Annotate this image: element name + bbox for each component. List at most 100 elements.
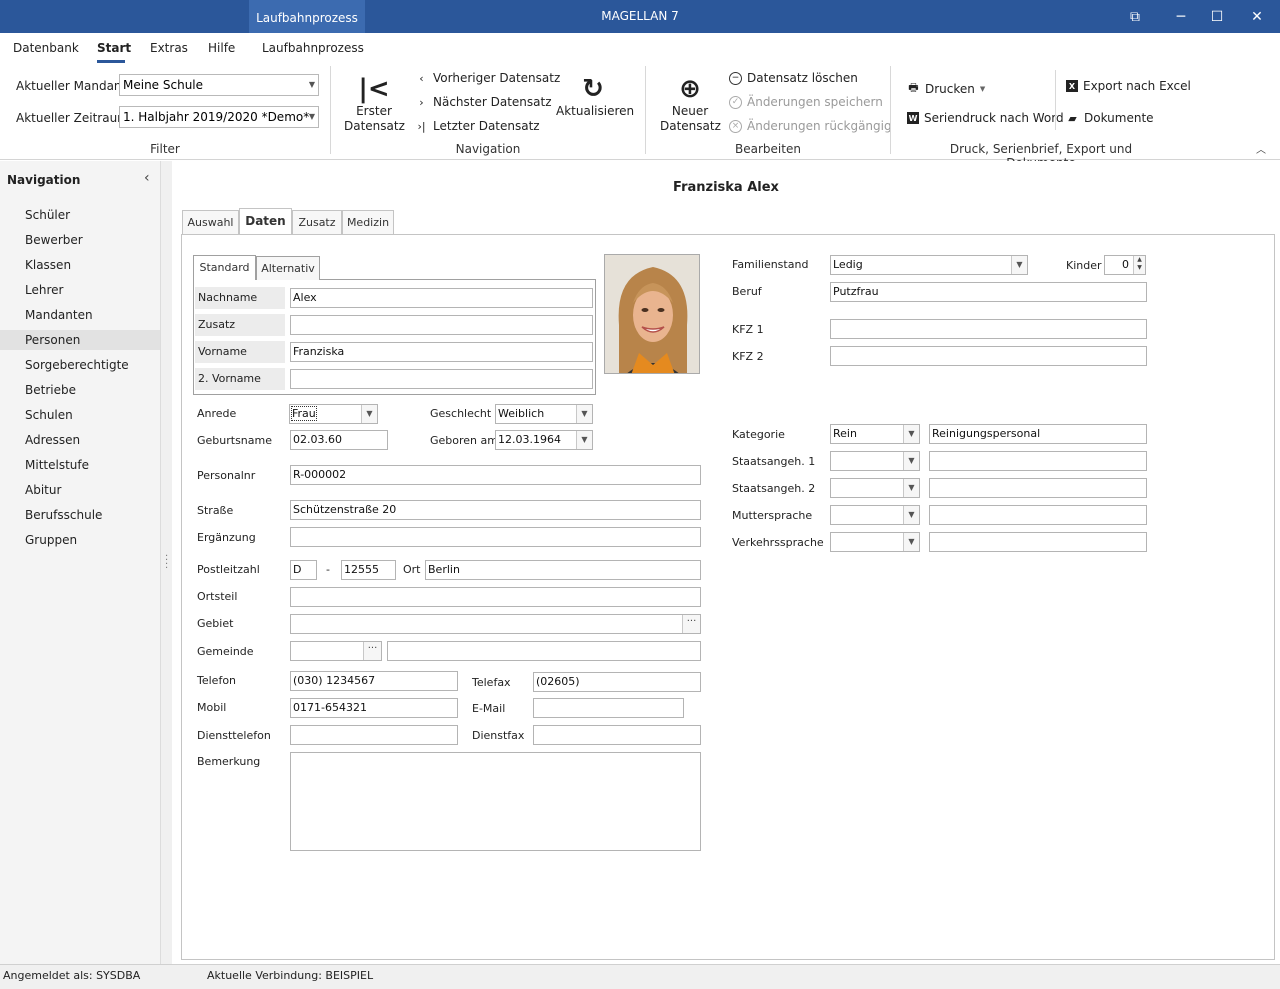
- ellipsis-icon[interactable]: ···: [682, 615, 700, 633]
- vorname-field[interactable]: Franziska: [290, 342, 593, 362]
- sidebar-item-klassen[interactable]: Klassen: [0, 255, 160, 275]
- verkehrssprache-text-field[interactable]: [929, 532, 1147, 552]
- staat2-combo[interactable]: ▼: [830, 478, 920, 498]
- geburtsname-label: Geburtsname: [197, 434, 273, 447]
- window-restore-icon[interactable]: ⧉: [1112, 0, 1158, 33]
- email-field[interactable]: [533, 698, 684, 718]
- sidebar-item-gruppen[interactable]: Gruppen: [0, 530, 160, 550]
- kinder-stepper[interactable]: 0 ▲ ▼: [1104, 255, 1146, 275]
- print-button[interactable]: 🖶 Drucken ▼: [907, 79, 985, 98]
- muttersprache-text-field[interactable]: [929, 505, 1147, 525]
- mandant-combo[interactable]: Meine Schule ▼: [119, 74, 319, 96]
- tab-medizin[interactable]: Medizin: [342, 210, 394, 234]
- bemerkung-textarea[interactable]: [290, 752, 701, 851]
- prev-record-button[interactable]: ‹ Vorheriger Datensatz: [415, 71, 560, 85]
- sidebar-item-personen[interactable]: Personen: [0, 330, 160, 350]
- familienstand-combo[interactable]: Ledig ▼: [830, 255, 1028, 275]
- kfz2-field[interactable]: [830, 346, 1147, 366]
- ergaenzung-field[interactable]: [290, 527, 701, 547]
- ribbon: [0, 33, 1280, 160]
- geboren-date[interactable]: 12.03.1964 ▼: [495, 430, 593, 450]
- verkehrssprache-combo[interactable]: ▼: [830, 532, 920, 552]
- collapse-ribbon-icon[interactable]: ︿: [1256, 141, 1266, 156]
- tab-auswahl[interactable]: Auswahl: [182, 210, 239, 234]
- mobil-field[interactable]: 0171-654321: [290, 698, 458, 718]
- menu-datenbank[interactable]: Datenbank: [13, 41, 79, 55]
- export-excel-button[interactable]: X Export nach Excel: [1066, 79, 1191, 93]
- kfz1-field[interactable]: [830, 319, 1147, 339]
- spin-updown-icon[interactable]: ▲ ▼: [1133, 256, 1145, 274]
- group-separator: [645, 66, 646, 154]
- menu-laufbahnprozess[interactable]: Laufbahnprozess: [262, 41, 364, 55]
- delete-record-button[interactable]: − Datensatz löschen: [729, 71, 858, 85]
- gemeinde-code-field[interactable]: ···: [290, 641, 382, 661]
- refresh-icon: ↻: [582, 74, 604, 104]
- tab-standard[interactable]: Standard: [193, 255, 256, 280]
- last-record-button[interactable]: ›| Letzter Datensatz: [415, 119, 539, 133]
- gemeinde-name-field[interactable]: [387, 641, 701, 661]
- save-changes-button[interactable]: ✓ Änderungen speichern: [729, 95, 883, 109]
- sidebar-item-mandanten[interactable]: Mandanten: [0, 305, 160, 325]
- sidebar-item-mittelstufe[interactable]: Mittelstufe: [0, 455, 160, 475]
- menu-start[interactable]: Start: [97, 41, 131, 55]
- kategorie-combo[interactable]: Rein ▼: [830, 424, 920, 444]
- new-record-button[interactable]: ⊕ Neuer Datensatz: [660, 74, 721, 134]
- chevron-left-icon[interactable]: ‹: [144, 170, 150, 186]
- sidebar-item-schueler[interactable]: Schüler: [0, 205, 160, 225]
- land-field[interactable]: D: [290, 560, 317, 580]
- telefon-label: Telefon: [197, 674, 237, 687]
- tab-daten[interactable]: Daten: [239, 208, 292, 234]
- sidebar-item-abitur[interactable]: Abitur: [0, 480, 160, 500]
- kategorie-text-field[interactable]: Reinigungspersonal: [929, 424, 1147, 444]
- sidebar-item-betriebe[interactable]: Betriebe: [0, 380, 160, 400]
- gebiet-field[interactable]: ···: [290, 614, 701, 634]
- window-close-icon[interactable]: ✕: [1234, 0, 1280, 33]
- first-record-button[interactable]: |< Erster Datensatz: [344, 74, 405, 134]
- staat1-text-field[interactable]: [929, 451, 1147, 471]
- sidebar-item-schulen[interactable]: Schulen: [0, 405, 160, 425]
- splitter-grip-icon[interactable]: · · · ·: [165, 552, 168, 574]
- sidebar-item-bewerber[interactable]: Bewerber: [0, 230, 160, 250]
- tab-zusatz[interactable]: Zusatz: [292, 210, 342, 234]
- sidebar-item-sorgeberechtigte[interactable]: Sorgeberechtigte: [0, 355, 160, 375]
- zusatz-field[interactable]: [290, 315, 593, 335]
- diensttel-field[interactable]: [290, 725, 458, 745]
- ellipsis-icon[interactable]: ···: [363, 642, 381, 660]
- staat1-combo[interactable]: ▼: [830, 451, 920, 471]
- group-separator: [330, 66, 331, 154]
- geschlecht-combo[interactable]: Weiblich ▼: [495, 404, 593, 424]
- menu-hilfe[interactable]: Hilfe: [208, 41, 235, 55]
- staat2-text-field[interactable]: [929, 478, 1147, 498]
- context-tab-laufbahnprozess[interactable]: Laufbahnprozess: [249, 0, 365, 33]
- muttersprache-combo[interactable]: ▼: [830, 505, 920, 525]
- serial-word-button[interactable]: W Seriendruck nach Word: [907, 111, 1064, 125]
- refresh-button[interactable]: ↻ Aktualisieren: [556, 74, 634, 119]
- dienstfax-field[interactable]: [533, 725, 701, 745]
- nachname-field[interactable]: Alex: [290, 288, 593, 308]
- telefax-field[interactable]: (02605): [533, 672, 701, 692]
- edit-group-label: Bearbeiten: [735, 142, 801, 156]
- geburtsname-field[interactable]: 02.03.60: [290, 430, 388, 450]
- plz-field[interactable]: 12555: [341, 560, 396, 580]
- ortsteil-field[interactable]: [290, 587, 701, 607]
- strasse-field[interactable]: Schützenstraße 20: [290, 500, 701, 520]
- mandant-label: Aktueller Mandant: [16, 79, 127, 93]
- beruf-field[interactable]: Putzfrau: [830, 282, 1147, 302]
- ort-field[interactable]: Berlin: [425, 560, 701, 580]
- status-connection: Aktuelle Verbindung: BEISPIEL: [207, 969, 374, 982]
- telefon-field[interactable]: (030) 1234567: [290, 671, 458, 691]
- personalnr-field[interactable]: R-000002: [290, 465, 701, 485]
- vorname2-field[interactable]: [290, 369, 593, 389]
- vorname2-label: 2. Vorname: [195, 368, 285, 390]
- printer-icon: 🖶: [908, 81, 919, 94]
- sidebar-item-lehrer[interactable]: Lehrer: [0, 280, 160, 300]
- sidebar-item-adressen[interactable]: Adressen: [0, 430, 160, 450]
- tab-alternativ[interactable]: Alternativ: [256, 256, 320, 280]
- menu-extras[interactable]: Extras: [150, 41, 188, 55]
- anrede-combo[interactable]: Frau ▼: [289, 404, 378, 424]
- undo-changes-button[interactable]: × Änderungen rückgängig: [729, 119, 892, 133]
- next-record-button[interactable]: › Nächster Datensatz: [415, 95, 551, 109]
- sidebar-item-berufsschule[interactable]: Berufsschule: [0, 505, 160, 525]
- zeitraum-combo[interactable]: 1. Halbjahr 2019/2020 *Demo* ▼: [119, 106, 319, 128]
- documents-button[interactable]: ▰ Dokumente: [1066, 111, 1153, 125]
